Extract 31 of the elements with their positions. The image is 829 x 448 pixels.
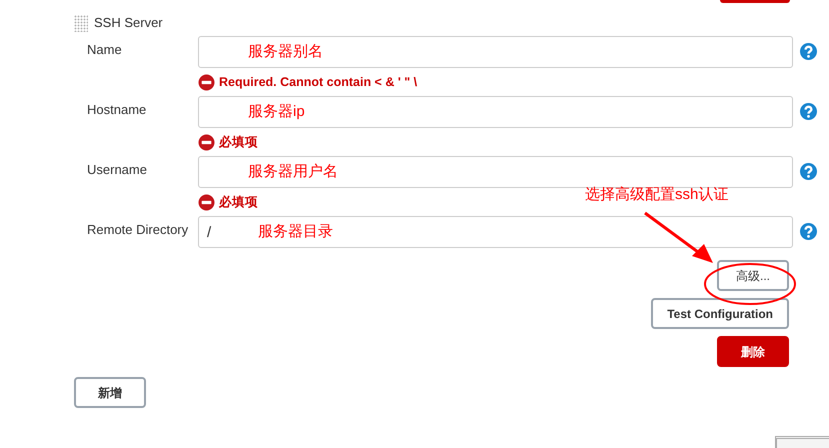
annotation-arrow — [644, 212, 713, 263]
text-field[interactable] — [198, 156, 793, 188]
error-message: 必填项 — [219, 194, 258, 211]
add-button[interactable]: 新增 — [74, 377, 146, 408]
help-icon[interactable] — [800, 163, 817, 180]
delete-button[interactable]: 删除 — [717, 336, 789, 367]
action-button[interactable]: Test Configuration — [651, 298, 789, 329]
help-icon[interactable] — [800, 223, 817, 240]
callout-text: 选择高级配置ssh认证 — [585, 185, 728, 205]
error-icon — [198, 74, 215, 90]
annotation-text: 服务器目录 — [258, 222, 333, 242]
error-message: Required. Cannot contain < & ' " \ — [219, 74, 418, 91]
error-message: 必填项 — [219, 134, 258, 151]
field-label: Remote Directory — [87, 221, 190, 239]
help-icon[interactable] — [800, 43, 817, 60]
error-icon — [198, 134, 215, 150]
annotation-text: 服务器别名 — [248, 42, 323, 62]
help-icon[interactable] — [800, 103, 817, 120]
field-label: Name — [87, 41, 123, 59]
error-icon — [198, 194, 215, 210]
text-field[interactable] — [198, 96, 793, 128]
action-button[interactable]: 高级... — [717, 260, 789, 291]
drag-handle[interactable] — [74, 14, 88, 32]
section-title: SSH Server — [94, 14, 163, 32]
annotation-text: 服务器用户名 — [248, 162, 338, 182]
annotation-text: 服务器ip — [248, 102, 305, 122]
cut-off-button[interactable] — [720, 0, 790, 3]
field-label: Hostname — [87, 101, 148, 119]
panel-edge — [775, 436, 829, 448]
field-label: Username — [87, 161, 148, 179]
text-field[interactable] — [198, 36, 793, 68]
